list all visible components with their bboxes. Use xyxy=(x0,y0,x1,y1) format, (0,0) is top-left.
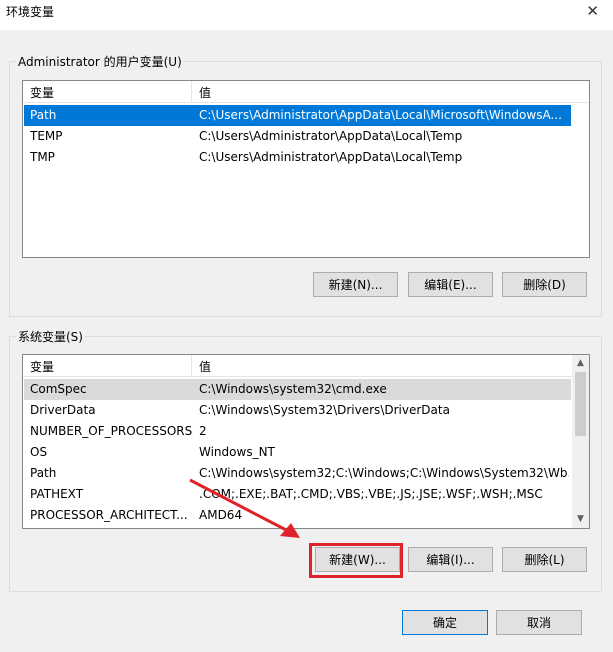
variable-name: TMP xyxy=(30,150,55,164)
variable-value: C:\Windows\system32;C:\Windows;C:\Window… xyxy=(199,466,569,480)
variable-value: C:\Users\Administrator\AppData\Local\Mic… xyxy=(199,108,562,122)
system-variables-legend: 系统变量(S) xyxy=(18,330,83,344)
variable-name: PATHEXT xyxy=(30,487,84,501)
table-row[interactable]: OS Windows_NT xyxy=(24,442,571,463)
table-row[interactable]: DriverData C:\Windows\System32\Drivers\D… xyxy=(24,400,571,421)
table-row[interactable]: PATHEXT .COM;.EXE;.BAT;.CMD;.VBS;.VBE;.J… xyxy=(24,484,571,505)
column-header-variable[interactable]: 变量 xyxy=(30,358,54,375)
title-bar: 环境变量 ✕ xyxy=(0,0,613,30)
table-row[interactable]: Path C:\Users\Administrator\AppData\Loca… xyxy=(24,105,571,126)
list-header: 变量 值 xyxy=(23,81,589,103)
variable-name: PROCESSOR_ARCHITECT... xyxy=(30,508,188,522)
ok-button[interactable]: 确定 xyxy=(402,610,488,635)
table-row[interactable]: Path C:\Windows\system32;C:\Windows;C:\W… xyxy=(24,463,571,484)
window-title: 环境变量 xyxy=(6,5,55,19)
variable-name: OS xyxy=(30,445,48,459)
variable-name: TEMP xyxy=(30,129,63,143)
variable-value: C:\Windows\System32\Drivers\DriverData xyxy=(199,403,450,417)
system-delete-button[interactable]: 删除(L) xyxy=(502,547,587,572)
system-variables-list[interactable]: 变量 值 ComSpec C:\Windows\system32\cmd.exe… xyxy=(22,354,590,529)
variable-value: C:\Users\Administrator\AppData\Local\Tem… xyxy=(199,150,463,164)
chevron-up-icon[interactable]: ▲ xyxy=(572,355,589,372)
variable-value: .COM;.EXE;.BAT;.CMD;.VBS;.VBE;.JS;.JSE;.… xyxy=(199,487,543,501)
highlight-box xyxy=(309,543,403,578)
variable-value: C:\Windows\system32\cmd.exe xyxy=(199,382,387,396)
column-header-value[interactable]: 值 xyxy=(199,84,211,101)
column-header-value[interactable]: 值 xyxy=(199,358,211,375)
chevron-down-icon[interactable]: ▼ xyxy=(572,511,589,528)
user-edit-button[interactable]: 编辑(E)... xyxy=(408,272,493,297)
column-divider[interactable] xyxy=(191,81,192,102)
column-divider[interactable] xyxy=(191,355,192,376)
variable-value: 2 xyxy=(199,424,207,438)
user-new-button[interactable]: 新建(N)... xyxy=(313,272,398,297)
variable-name: ComSpec xyxy=(30,382,87,396)
variable-value: C:\Users\Administrator\AppData\Local\Tem… xyxy=(199,129,463,143)
user-variables-list[interactable]: 变量 值 Path C:\Users\Administrator\AppData… xyxy=(22,80,590,258)
user-delete-button[interactable]: 删除(D) xyxy=(502,272,587,297)
table-row[interactable]: PROCESSOR_ARCHITECT... AMD64 xyxy=(24,505,571,526)
vertical-scrollbar[interactable]: ▲ ▼ xyxy=(572,355,589,528)
table-row[interactable]: TMP C:\Users\Administrator\AppData\Local… xyxy=(24,147,571,168)
list-header: 变量 值 xyxy=(23,355,589,377)
variable-name: Path xyxy=(30,108,57,122)
user-variables-legend: Administrator 的用户变量(U) xyxy=(18,55,182,69)
variable-value: AMD64 xyxy=(199,508,243,522)
table-row[interactable]: ComSpec C:\Windows\system32\cmd.exe xyxy=(24,379,571,400)
variable-name: DriverData xyxy=(30,403,96,417)
variable-value: Windows_NT xyxy=(199,445,275,459)
cancel-button[interactable]: 取消 xyxy=(496,610,582,635)
column-header-variable[interactable]: 变量 xyxy=(30,84,54,101)
table-row[interactable]: NUMBER_OF_PROCESSORS 2 xyxy=(24,421,571,442)
system-edit-button[interactable]: 编辑(I)... xyxy=(408,547,493,572)
table-row[interactable]: TEMP C:\Users\Administrator\AppData\Loca… xyxy=(24,126,571,147)
variable-name: Path xyxy=(30,466,57,480)
scrollbar-thumb[interactable] xyxy=(575,372,586,436)
close-icon[interactable]: ✕ xyxy=(586,2,599,20)
variable-name: NUMBER_OF_PROCESSORS xyxy=(30,424,193,438)
